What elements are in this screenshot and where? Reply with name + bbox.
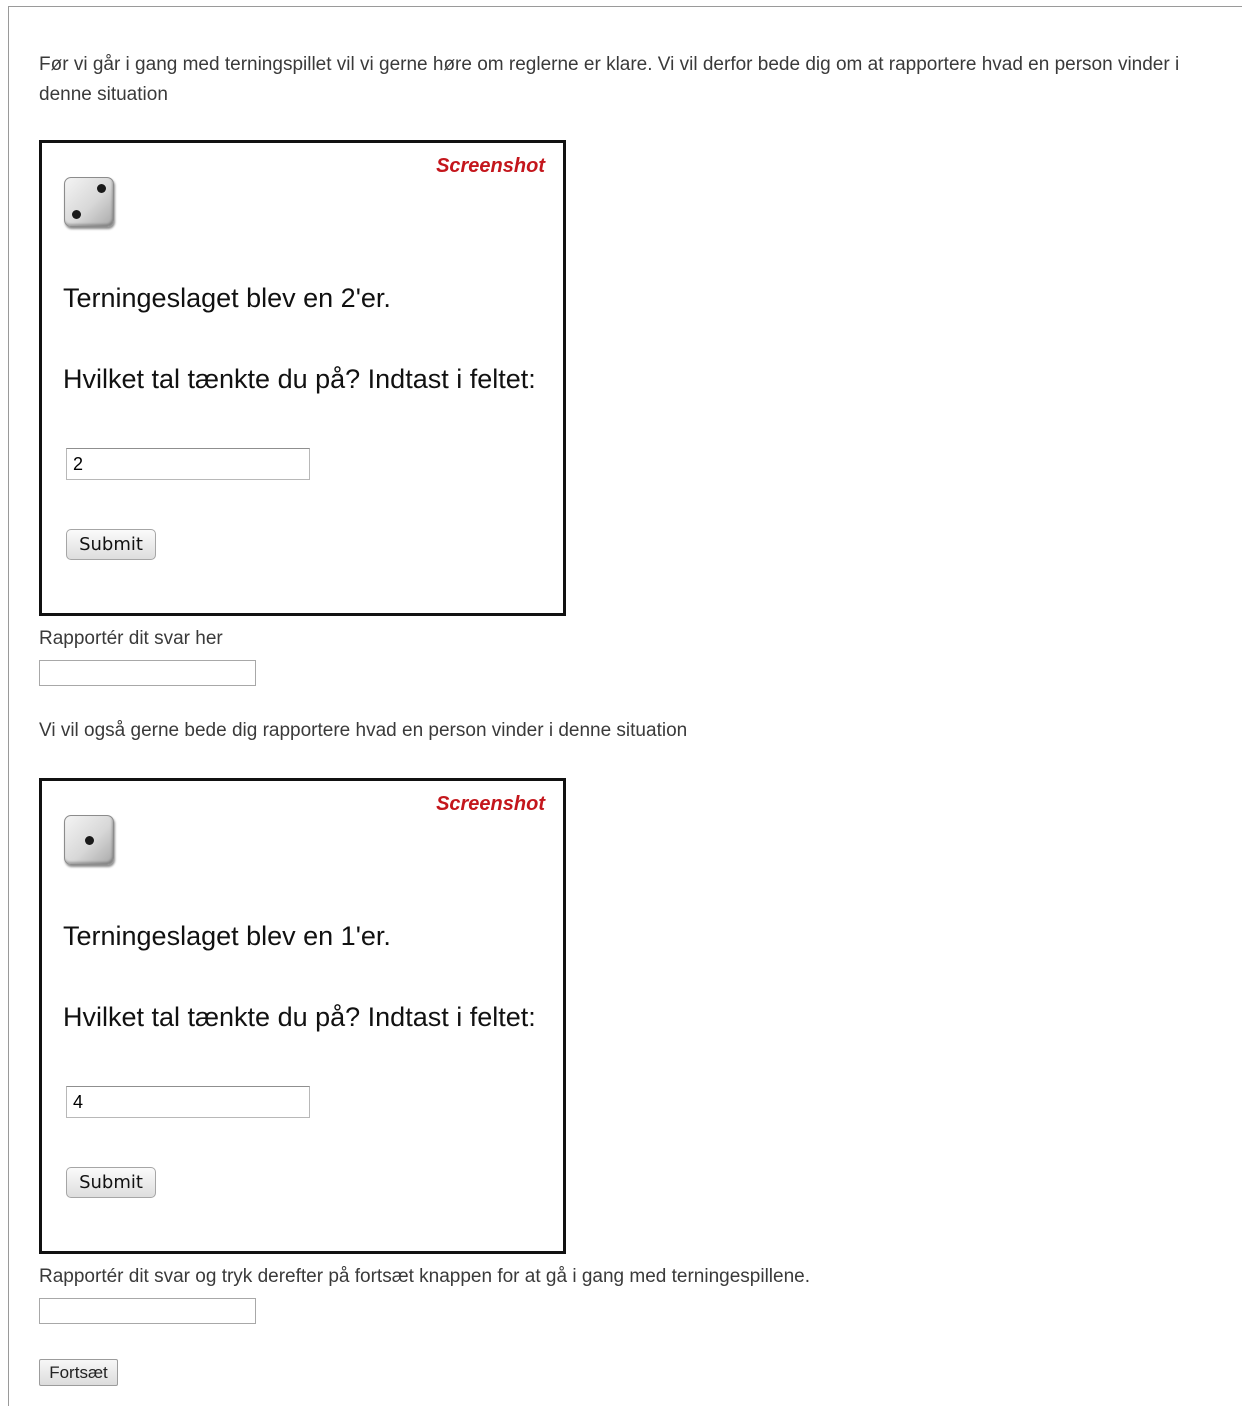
die-pip (97, 184, 106, 193)
roll-result-text: Terningeslaget blev en 1'er. (63, 921, 391, 951)
guess-input (66, 1086, 310, 1118)
die-face-two-icon (64, 177, 114, 227)
question-text: Hvilket tal tænkte du på? Indtast i felt… (63, 364, 536, 394)
report-answer-input-1[interactable] (39, 660, 256, 686)
submit-button: Submit (66, 1167, 156, 1198)
screenshot-label: Screenshot (436, 155, 545, 177)
screenshot-example-2: Screenshot Terningeslaget blev en 1'er. … (39, 778, 566, 1254)
screenshot-example-1: Screenshot Terningeslaget blev en 2'er. … (39, 140, 566, 616)
question-text: Hvilket tal tænkte du på? Indtast i felt… (63, 1002, 536, 1032)
die-face-one-icon (64, 815, 114, 865)
die-pip (85, 836, 94, 845)
second-prompt-text: Vi vil også gerne bede dig rapportere hv… (39, 720, 688, 741)
intro-text: Før vi går i gang med terningspillet vil… (39, 54, 1180, 105)
continue-button[interactable]: Fortsæt (39, 1359, 118, 1386)
report-label-2: Rapportér dit svar og tryk derefter på f… (39, 1266, 810, 1287)
report-label-1: Rapportér dit svar her (39, 628, 223, 649)
submit-button: Submit (66, 529, 156, 560)
die-pip (72, 210, 81, 219)
report-answer-input-2[interactable] (39, 1298, 256, 1324)
screenshot-label: Screenshot (436, 793, 545, 815)
guess-input (66, 448, 310, 480)
roll-result-text: Terningeslaget blev en 2'er. (63, 283, 391, 313)
